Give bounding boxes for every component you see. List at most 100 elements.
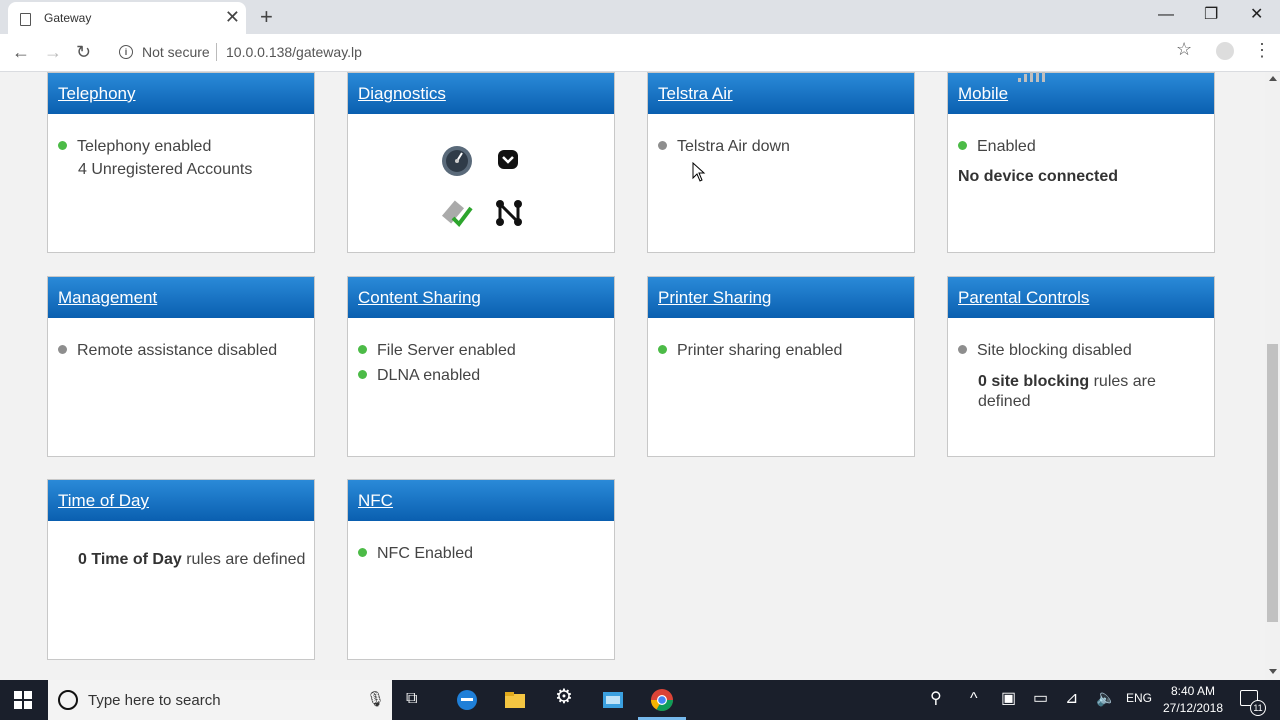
file-explorer-icon[interactable]	[503, 688, 527, 712]
status-line: File Server enabled	[358, 342, 516, 360]
printer-sharing-link[interactable]: Printer Sharing	[658, 288, 771, 308]
clock-time: 8:40 AM	[1170, 684, 1216, 698]
status-dot-green	[358, 548, 367, 557]
battery-icon[interactable]: ▭	[1033, 689, 1048, 709]
status-dot-green	[58, 141, 67, 150]
status-text: DLNA enabled	[377, 367, 481, 384]
profile-avatar[interactable]	[1216, 42, 1234, 60]
rules-text: rules are defined	[181, 551, 306, 568]
card-header: Telstra Air	[648, 73, 914, 114]
security-label[interactable]: Not secure	[142, 44, 210, 60]
task-view-icon[interactable]: ⧉	[406, 689, 417, 709]
info-icon[interactable]: i	[119, 45, 133, 59]
card-header: Management	[48, 277, 314, 318]
status-line: Remote assistance disabled	[58, 342, 277, 360]
taskbar-search-input[interactable]: Type here to search 🎙	[48, 680, 392, 720]
status-text: Printer sharing enabled	[677, 342, 843, 359]
rules-count: 0 site blocking	[978, 373, 1090, 390]
card-diagnostics: Diagnostics	[347, 72, 615, 253]
card-header: Diagnostics	[348, 73, 614, 114]
scroll-down-icon[interactable]	[1269, 669, 1277, 674]
cortana-icon[interactable]	[58, 690, 78, 710]
rules-text: defined	[978, 393, 1031, 410]
rules-summary: 0 site blocking rules are defined	[958, 372, 1156, 412]
rules-text: rules are	[1089, 373, 1156, 390]
people-icon[interactable]: ⚲	[930, 689, 942, 709]
cable-check-icon[interactable]	[441, 196, 475, 228]
diagnostics-link[interactable]: Diagnostics	[358, 84, 446, 104]
status-text: NFC Enabled	[377, 545, 474, 562]
status-line: Telstra Air down	[658, 138, 790, 156]
gauge-icon[interactable]	[440, 144, 474, 178]
nfc-link[interactable]: NFC	[358, 491, 393, 511]
card-content-sharing: Content Sharing File Server enabled DLNA…	[347, 276, 615, 457]
settings-gear-icon[interactable]: ⚙	[555, 687, 573, 707]
rules-count: 0 Time of Day	[78, 551, 182, 568]
device-status: No device connected	[958, 168, 1119, 185]
wifi-icon[interactable]: ⊿	[1065, 689, 1078, 709]
browser-menu-icon[interactable]: ⋮	[1253, 39, 1271, 61]
scrollbar-thumb[interactable]	[1267, 344, 1278, 622]
content-sharing-link[interactable]: Content Sharing	[358, 288, 481, 308]
status-line: Printer sharing enabled	[658, 342, 842, 360]
status-dot-green	[658, 345, 667, 354]
volume-icon[interactable]: 🔈	[1096, 689, 1116, 709]
forward-arrow-icon[interactable]: →	[44, 40, 62, 64]
status-dot-green	[358, 370, 367, 379]
microphone-icon[interactable]: 🎙	[366, 690, 385, 708]
status-dot-grey	[658, 141, 667, 150]
notification-count-badge: 11	[1250, 700, 1266, 716]
status-text: Remote assistance disabled	[77, 342, 278, 359]
page-scrollbar[interactable]	[1265, 72, 1280, 680]
url-text[interactable]: 10.0.0.138/gateway.lp	[226, 44, 362, 60]
address-bar[interactable]: i Not secure 10.0.0.138/gateway.lp	[110, 37, 1208, 67]
rules-summary: 0 Time of Day rules are defined	[58, 551, 305, 569]
network-tray-icon[interactable]: ▣	[1001, 689, 1016, 709]
tab-title: Gateway	[44, 11, 92, 25]
time-of-day-link[interactable]: Time of Day	[58, 491, 149, 511]
shield-icon[interactable]	[497, 149, 519, 171]
restore-icon[interactable]: ❐	[1204, 4, 1218, 26]
minimize-icon[interactable]: —	[1158, 4, 1174, 26]
window-close-icon[interactable]: ✕	[1250, 4, 1263, 26]
card-nfc: NFC NFC Enabled	[347, 479, 615, 660]
chrome-icon[interactable]	[650, 688, 674, 712]
status-dot-grey	[958, 345, 967, 354]
status-text: Enabled	[977, 138, 1036, 155]
status-text: Site blocking disabled	[977, 342, 1132, 359]
status-text: Telstra Air down	[677, 138, 790, 155]
search-placeholder: Type here to search	[88, 692, 221, 709]
parental-controls-link[interactable]: Parental Controls	[958, 288, 1089, 308]
card-mobile: Mobile Enabled No device connected	[947, 72, 1215, 253]
control-panel-icon[interactable]	[601, 688, 625, 712]
tab-close-icon[interactable]: ✕	[225, 7, 240, 27]
windows-start-icon[interactable]	[14, 691, 32, 709]
card-header: Printer Sharing	[648, 277, 914, 318]
tab-gateway[interactable]: Gateway ✕	[8, 2, 246, 34]
status-dot-grey	[58, 345, 67, 354]
card-telstra-air: Telstra Air Telstra Air down	[647, 72, 915, 253]
telephony-link[interactable]: Telephony	[58, 84, 136, 104]
new-tab-button[interactable]: +	[260, 4, 273, 30]
management-link[interactable]: Management	[58, 288, 157, 308]
scroll-up-icon[interactable]	[1269, 76, 1277, 81]
back-arrow-icon[interactable]: ←	[12, 40, 30, 64]
show-hidden-icons-chevron[interactable]: ^	[970, 689, 978, 709]
reload-icon[interactable]: ↻	[76, 40, 91, 64]
bookmark-star-icon[interactable]: ☆	[1176, 39, 1192, 60]
card-header: Parental Controls	[948, 277, 1214, 318]
status-line: Telephony enabled	[58, 138, 211, 156]
taskbar: Type here to search 🎙 ⧉ ⚙ ⚲ ^ ▣ ▭ ⊿ 🔈 EN…	[0, 680, 1280, 720]
taskbar-clock[interactable]: 8:40 AM 27/12/2018	[1158, 683, 1228, 717]
card-parental-controls: Parental Controls Site blocking disabled…	[947, 276, 1215, 457]
card-management: Management Remote assistance disabled	[47, 276, 315, 457]
status-line: Enabled	[958, 138, 1036, 156]
gateway-page: Telephony Telephony enabled 4 Unregister…	[0, 72, 1265, 680]
status-line: NFC Enabled	[358, 545, 473, 563]
card-header: Time of Day	[48, 480, 314, 521]
network-nodes-icon[interactable]	[494, 198, 524, 228]
telstra-air-link[interactable]: Telstra Air	[658, 84, 733, 104]
edge-browser-icon[interactable]	[455, 688, 479, 712]
language-indicator[interactable]: ENG	[1126, 691, 1152, 705]
mobile-link[interactable]: Mobile	[958, 84, 1008, 104]
